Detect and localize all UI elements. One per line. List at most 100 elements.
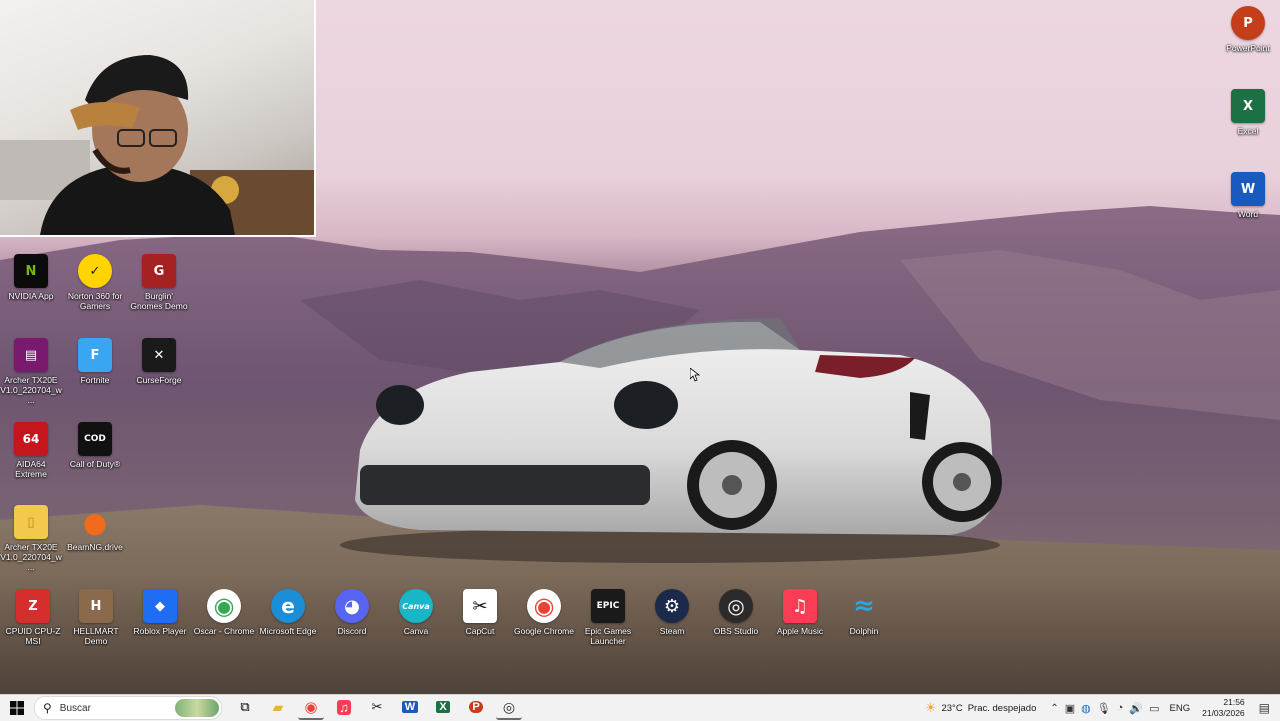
desktop-icon-beamng[interactable]: ● BeamNG.drive bbox=[64, 505, 126, 553]
obs-icon: ◎ bbox=[719, 589, 753, 623]
language-indicator[interactable]: ENG bbox=[1170, 703, 1191, 714]
discord-icon: ◕ bbox=[335, 589, 369, 623]
desktop-icon-powerpoint[interactable]: P PowerPoint bbox=[1217, 6, 1279, 53]
icon-label: Steam bbox=[659, 626, 685, 636]
windows-logo-icon bbox=[10, 701, 24, 715]
icon-label: Word bbox=[1237, 209, 1259, 219]
word-taskbar-button[interactable]: W bbox=[397, 696, 423, 718]
icon-label: Microsoft Edge bbox=[259, 626, 317, 636]
weather-sun-icon: ☀ bbox=[924, 700, 937, 715]
tray-app-icon[interactable]: ▣ bbox=[1065, 702, 1075, 715]
folder-icon: ▯ bbox=[14, 505, 48, 539]
desktop-icon-excel[interactable]: X Excel bbox=[1217, 89, 1279, 136]
task-view-icon: ⧉ bbox=[240, 699, 250, 714]
excel-icon: X bbox=[1231, 89, 1265, 123]
desktop-icon-norton[interactable]: ✓ Norton 360 for Gamers bbox=[64, 254, 126, 311]
volume-icon[interactable]: 🔊 bbox=[1129, 702, 1143, 715]
icon-label: Burglin' Gnomes Demo bbox=[130, 291, 188, 311]
word-taskbar-icon: W bbox=[401, 701, 419, 713]
battery-icon[interactable]: ▭ bbox=[1149, 702, 1159, 715]
capcut-taskbar-icon: ✂ bbox=[371, 699, 383, 714]
icon-label: AIDA64 Extreme bbox=[15, 459, 47, 479]
chrome-taskbar-icon: ◉ bbox=[304, 699, 318, 716]
hellmart-icon: H bbox=[79, 589, 113, 623]
norton-icon: ✓ bbox=[78, 254, 112, 288]
nvidia-icon: N bbox=[14, 254, 48, 288]
chrome-profile-icon: ◉ bbox=[207, 589, 241, 623]
icon-label: CurseForge bbox=[136, 375, 182, 385]
powerpoint-taskbar-icon: P bbox=[469, 701, 483, 713]
icon-label: Call of Duty® bbox=[69, 459, 121, 469]
desktop-icon-aida64[interactable]: 64 AIDA64 Extreme bbox=[0, 422, 62, 479]
desktop-icon-hellmart[interactable]: H HELLMART Demo bbox=[65, 589, 127, 646]
steam-icon: ⚙ bbox=[655, 589, 689, 623]
icon-label: Norton 360 for Gamers bbox=[67, 291, 123, 311]
desktop-icon-burglin-gnomes[interactable]: G Burglin' Gnomes Demo bbox=[128, 254, 190, 311]
apple-music-taskbar-button[interactable]: ♫ bbox=[331, 696, 357, 718]
desktop-icon-fortnite[interactable]: F Fortnite bbox=[64, 338, 126, 385]
powerpoint-icon: P bbox=[1231, 6, 1265, 40]
burglin-gnomes-icon: G bbox=[142, 254, 176, 288]
clock[interactable]: 21:56 21/03/2026 bbox=[1202, 697, 1245, 719]
desktop-icon-cpuz[interactable]: Z CPUID CPU-Z MSI bbox=[2, 589, 64, 646]
file-explorer-icon: ▰ bbox=[272, 698, 284, 715]
excel-taskbar-button[interactable]: X bbox=[430, 696, 456, 718]
roblox-icon: ◆ bbox=[143, 589, 177, 623]
mouse-cursor-icon bbox=[690, 368, 700, 382]
dolphin-icon: ≈ bbox=[853, 591, 875, 621]
clock-date: 21/03/2026 bbox=[1202, 708, 1245, 718]
search-box[interactable]: ⚲ Buscar bbox=[34, 696, 222, 720]
microphone-icon[interactable]: 🎙 bbox=[1097, 702, 1111, 715]
obs-taskbar-icon: ◎ bbox=[502, 698, 516, 715]
icon-label: Canva bbox=[403, 626, 429, 636]
desktop-icon-epic-games[interactable]: EPIC Epic Games Launcher bbox=[577, 589, 639, 646]
weather-widget[interactable]: ☀ 23°C Prac. despejado bbox=[925, 700, 1037, 716]
icon-label: Dolphin bbox=[849, 626, 879, 636]
desktop-icon-discord[interactable]: ◕ Discord bbox=[321, 589, 383, 636]
desktop-icon-archer-winrar[interactable]: ▤ Archer TX20E V1.0_220704_w... bbox=[0, 338, 62, 405]
desktop-icon-canva[interactable]: Canva Canva bbox=[385, 589, 447, 636]
desktop-icon-capcut[interactable]: ✂ CapCut bbox=[449, 589, 511, 636]
desktop-icon-oscar-chrome[interactable]: ◉ Oscar - Chrome bbox=[193, 589, 255, 636]
file-explorer-button[interactable]: ▰ bbox=[265, 696, 291, 718]
desktop-icon-word[interactable]: W Word bbox=[1217, 172, 1279, 219]
powerpoint-taskbar-button[interactable]: P bbox=[463, 696, 489, 718]
search-highlight-icon bbox=[175, 699, 219, 717]
taskbar: ⚲ Buscar ⧉ ▰ ◉ ♫ ✂ W X P ◎ ☀ 23°C Prac. … bbox=[0, 694, 1280, 721]
desktop-icon-roblox[interactable]: ◆ Roblox Player bbox=[129, 589, 191, 636]
obs-taskbar-button[interactable]: ◎ bbox=[496, 696, 522, 720]
icon-label: CPUID CPU-Z MSI bbox=[5, 626, 61, 646]
canva-icon: Canva bbox=[399, 589, 433, 623]
desktop-icon-edge[interactable]: e Microsoft Edge bbox=[257, 589, 319, 636]
chrome-taskbar-button[interactable]: ◉ bbox=[298, 696, 324, 720]
aida64-icon: 64 bbox=[14, 422, 48, 456]
desktop-icon-apple-music[interactable]: ♫ Apple Music bbox=[769, 589, 831, 636]
desktop-icon-steam[interactable]: ⚙ Steam bbox=[641, 589, 703, 636]
icon-label: Google Chrome bbox=[513, 626, 574, 636]
curseforge-icon: ✕ bbox=[142, 338, 176, 372]
wifi-icon[interactable]: ◔ bbox=[1117, 702, 1124, 714]
icon-label: Oscar - Chrome bbox=[193, 626, 255, 636]
excel-taskbar-icon: X bbox=[436, 701, 450, 713]
desktop-icon-dolphin[interactable]: ≈ Dolphin bbox=[833, 589, 895, 636]
webcam-overlay bbox=[0, 0, 316, 237]
desktop-icon-curseforge[interactable]: ✕ CurseForge bbox=[128, 338, 190, 385]
search-icon: ⚲ bbox=[43, 701, 52, 715]
icon-label: NVIDIA App bbox=[8, 291, 54, 301]
icon-label: PowerPoint bbox=[1226, 43, 1270, 53]
desktop-icon-call-of-duty[interactable]: COD Call of Duty® bbox=[64, 422, 126, 469]
icon-label: CapCut bbox=[465, 626, 495, 636]
desktop-icon-google-chrome[interactable]: ◉ Google Chrome bbox=[513, 589, 575, 636]
show-hidden-icons-chevron-icon[interactable]: ⌃ bbox=[1050, 703, 1058, 714]
start-button[interactable] bbox=[4, 697, 30, 719]
clock-time: 21:56 bbox=[1223, 697, 1245, 707]
icon-label: OBS Studio bbox=[713, 626, 759, 636]
desktop-icon-nvidia-app[interactable]: N NVIDIA App bbox=[0, 254, 62, 301]
icon-label: Archer TX20E V1.0_220704_w... bbox=[0, 375, 62, 405]
notification-icon[interactable]: ▤ bbox=[1259, 701, 1270, 715]
desktop-icon-archer-folder[interactable]: ▯ Archer TX20E V1.0_220704_w... bbox=[0, 505, 62, 572]
task-view-button[interactable]: ⧉ bbox=[232, 696, 258, 718]
desktop-icon-obs[interactable]: ◎ OBS Studio bbox=[705, 589, 767, 636]
tray-network-app-icon[interactable]: ◍ bbox=[1081, 702, 1091, 715]
capcut-taskbar-button[interactable]: ✂ bbox=[364, 696, 390, 718]
